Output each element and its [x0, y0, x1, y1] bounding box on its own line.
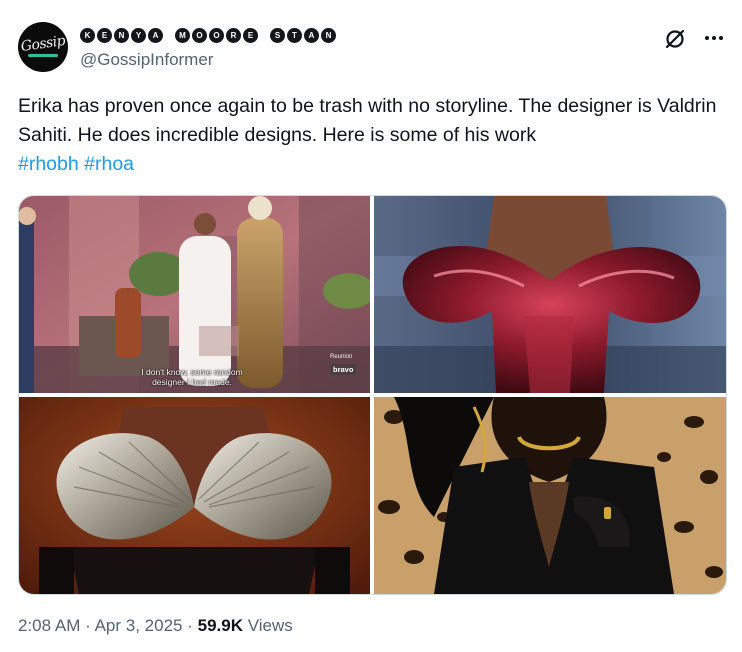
name-letter: A: [304, 27, 319, 43]
name-letter: R: [226, 27, 241, 43]
tweet-card: Gossip KENYAMOORESTAN @GossipInformer Er…: [0, 0, 742, 652]
display-name[interactable]: KENYAMOORESTAN: [80, 26, 336, 44]
name-letter: N: [114, 27, 129, 43]
video-subtitle: I don't know, some random designer I had …: [141, 367, 243, 387]
post-time[interactable]: 2:08 AM: [18, 616, 80, 635]
media-grid: I don't know, some random designer I had …: [18, 195, 727, 595]
media-image-2[interactable]: [374, 196, 726, 393]
hashtag-rhoa[interactable]: #rhoa: [84, 153, 134, 175]
avatar-logo-swoosh: [28, 54, 58, 57]
name-letter: O: [192, 27, 207, 43]
tweet-text: Erika has proven once again to be trash …: [18, 92, 730, 179]
views-label: Views: [247, 616, 293, 635]
name-letter: Y: [131, 27, 146, 43]
name-letter: M: [175, 27, 190, 43]
name-letter: N: [321, 27, 336, 43]
media-image-3[interactable]: [19, 397, 370, 594]
name-letter: S: [270, 27, 285, 43]
media-image-1[interactable]: I don't know, some random designer I had …: [19, 196, 370, 393]
post-date[interactable]: Apr 3, 2025: [95, 616, 183, 635]
meta-separator: ·: [187, 616, 193, 635]
user-handle[interactable]: @GossipInformer: [80, 50, 213, 70]
more-icon[interactable]: [702, 26, 726, 50]
views-count: 59.9K: [197, 616, 243, 635]
name-letter: K: [80, 27, 95, 43]
avatar[interactable]: Gossip: [18, 22, 68, 72]
avatar-logo-text: Gossip: [19, 32, 67, 56]
name-letter: A: [148, 27, 163, 43]
bravo-logo: bravo: [330, 364, 357, 375]
name-letter: O: [209, 27, 224, 43]
reunion-bug: Reunion: [330, 354, 353, 360]
grok-icon[interactable]: [662, 26, 688, 52]
meta-separator: ·: [85, 616, 91, 635]
media-image-4[interactable]: [374, 397, 726, 594]
hashtag-rhobh[interactable]: #rhobh: [18, 153, 79, 175]
name-letter: T: [287, 27, 302, 43]
name-letter: E: [243, 27, 258, 43]
tweet-meta: 2:08 AM · Apr 3, 2025 · 59.9K Views: [18, 616, 293, 636]
name-letter: E: [97, 27, 112, 43]
tweet-body: Erika has proven once again to be trash …: [18, 95, 717, 146]
